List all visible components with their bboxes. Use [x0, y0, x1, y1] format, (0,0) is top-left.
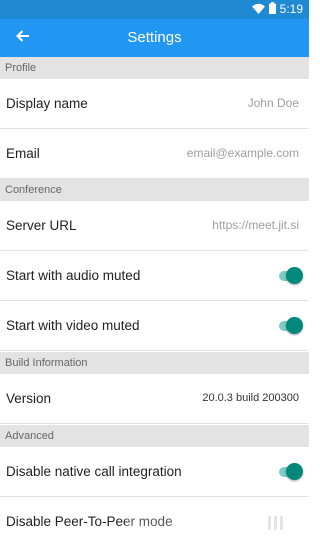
battery-icon [268, 1, 276, 19]
toggle-bar [280, 516, 283, 530]
section-header-advanced: Advanced [0, 425, 309, 447]
audio-muted-label: Start with audio muted [6, 268, 141, 283]
server-url-field[interactable]: https://meet.jit.si [212, 201, 299, 250]
display-name-row[interactable]: Display name John Doe [0, 79, 309, 129]
email-label: Email [6, 146, 40, 161]
toggle-thumb [286, 267, 303, 284]
section-header-profile: Profile [0, 57, 309, 79]
section-header-build-information: Build Information [0, 352, 309, 374]
native-call-label: Disable native call integration [6, 464, 182, 479]
audio-muted-toggle[interactable] [277, 267, 303, 285]
audio-muted-row[interactable]: Start with audio muted [0, 251, 309, 301]
section-header-conference: Conference [0, 179, 309, 201]
native-call-row[interactable]: Disable native call integration [0, 447, 309, 497]
email-row[interactable]: Email email@example.com [0, 129, 309, 179]
email-field[interactable]: email@example.com [187, 129, 299, 178]
server-url-row[interactable]: Server URL https://meet.jit.si [0, 201, 309, 251]
version-row: Version 20.0.3 build 200300 [0, 374, 309, 424]
toggle-thumb [286, 317, 303, 334]
version-label: Version [6, 391, 52, 406]
version-value: 20.0.3 build 200300 [202, 392, 299, 404]
page-title: Settings [127, 29, 182, 46]
toggle-thumb [286, 463, 303, 480]
wifi-icon [251, 1, 265, 19]
p2p-row[interactable]: Disable Peer-To-Peer mode [0, 497, 309, 547]
server-url-label: Server URL [6, 218, 77, 233]
video-muted-label: Start with video muted [6, 318, 140, 333]
video-muted-toggle[interactable] [277, 317, 303, 335]
status-bar: 5:19 [0, 0, 309, 19]
display-name-field[interactable]: John Doe [248, 79, 299, 128]
app-bar: Settings [0, 19, 309, 57]
toggle-bar [274, 516, 277, 530]
p2p-toggle[interactable] [268, 514, 298, 532]
toggle-bar [268, 516, 271, 530]
video-muted-row[interactable]: Start with video muted [0, 301, 309, 351]
status-time: 5:19 [279, 2, 303, 16]
p2p-label: Disable Peer-To-Peer mode [6, 514, 173, 529]
native-call-toggle[interactable] [277, 463, 303, 481]
display-name-label: Display name [6, 96, 88, 111]
status-icons: 5:19 [251, 1, 303, 19]
